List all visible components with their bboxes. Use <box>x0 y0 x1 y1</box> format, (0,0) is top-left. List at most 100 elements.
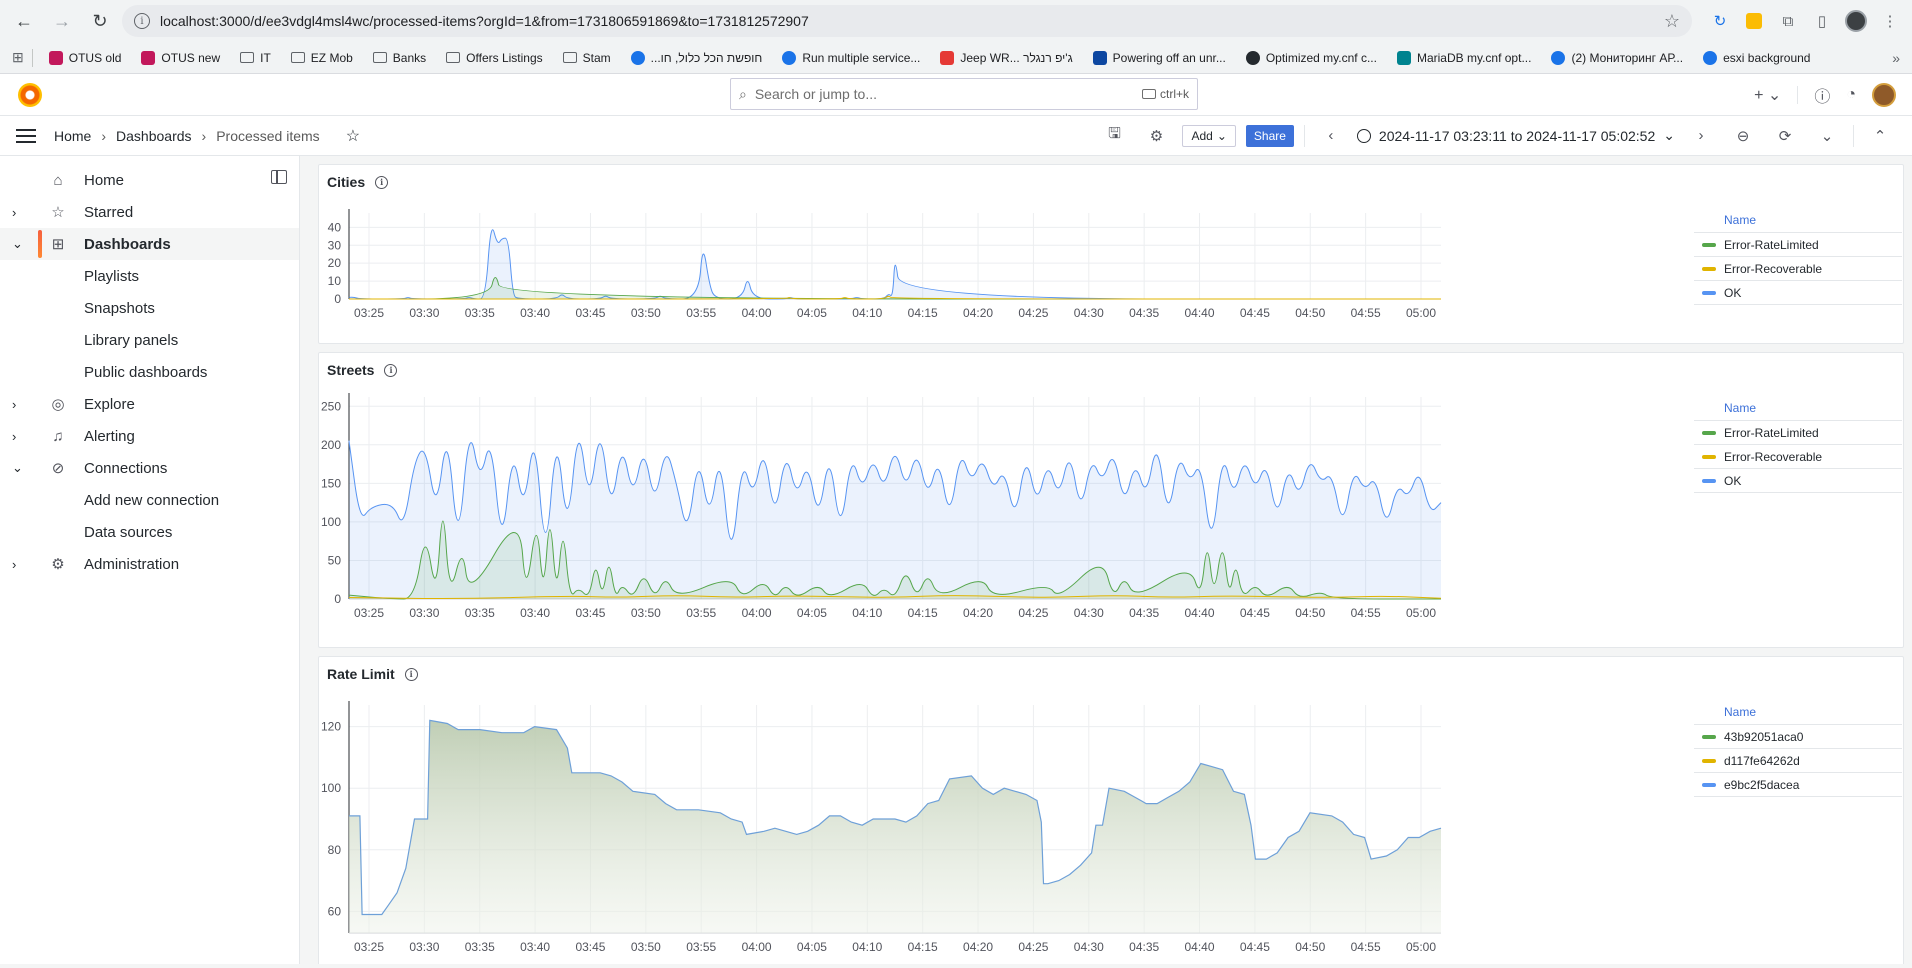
rate-limit-chart[interactable]: 60 80 100 120 03:25 03:30 03:35 03:40 03:45 03:50… <box>319 691 1694 964</box>
breadcrumb-home[interactable]: Home <box>54 128 91 144</box>
chevron-down-icon[interactable]: ⌄ <box>12 460 32 476</box>
profile-avatar[interactable] <box>1842 7 1870 35</box>
legend-header[interactable]: Name <box>1694 401 1902 421</box>
apps-grid-icon[interactable]: ⊞ <box>12 49 24 66</box>
bookmark-item[interactable]: Stam <box>555 45 619 71</box>
add-button[interactable]: Add ⌄ <box>1182 124 1236 147</box>
menu-icon[interactable]: ⋮ <box>1876 7 1904 35</box>
bookmark-item[interactable]: IT <box>232 45 279 71</box>
chevron-down-icon[interactable]: ⌄ <box>12 236 32 252</box>
user-avatar[interactable] <box>1872 82 1896 107</box>
rss-icon[interactable]: ◔ <box>1846 86 1856 104</box>
collapse-chevron-up-icon[interactable]: ⌃ <box>1864 122 1896 150</box>
bookmark-item[interactable]: Offers Listings <box>438 45 550 71</box>
share-button[interactable]: Share <box>1245 124 1294 147</box>
site-info-icon[interactable]: i <box>134 13 150 29</box>
chart-area[interactable]: 0 10 20 30 40 03:25 03:30 03:35 03:40 03:45 03:50 0… <box>319 199 1694 346</box>
more-bookmarks-icon[interactable]: » <box>1892 50 1900 66</box>
breadcrumb-dashboards[interactable]: Dashboards <box>116 128 192 144</box>
zoom-out-icon[interactable]: ⊖ <box>1727 122 1759 150</box>
info-icon[interactable]: i <box>375 175 389 189</box>
address-bar[interactable]: i localhost:3000/d/ee3vdgl4msl4wc/proces… <box>122 5 1692 37</box>
refresh-icon[interactable]: ⟳ <box>1769 122 1801 150</box>
help-icon[interactable]: ⓘ <box>1814 83 1830 107</box>
back-icon[interactable]: ← <box>8 5 40 37</box>
sidebar-item-connections[interactable]: ⌄ ⊘ Connections <box>0 452 299 484</box>
chart-area[interactable]: 0 50 100 150 200 250 03:25 03:30 03:35 03:40 03:45… <box>319 387 1694 650</box>
sidebar-item-administration[interactable]: › ⚙ Administration <box>0 548 299 580</box>
sidebar-item-label: Alerting <box>84 427 135 445</box>
reload-icon[interactable]: ↻ <box>84 5 116 37</box>
legend-item[interactable]: e9bc2f5dacea <box>1694 773 1902 797</box>
bookmark-item[interactable]: OTUS old <box>41 45 130 71</box>
extensions-puzzle-icon[interactable]: ⧉ <box>1774 7 1802 35</box>
bookmark-item[interactable]: Jeep WR... ג'יפ רנגלר <box>932 45 1080 71</box>
menu-hamburger-icon[interactable] <box>16 128 36 143</box>
url-text[interactable]: localhost:3000/d/ee3vdgl4msl4wc/processe… <box>160 13 1654 29</box>
sidebar-item-alerting[interactable]: › ♫ Alerting <box>0 420 299 452</box>
panel-header[interactable]: Rate Limit i <box>319 657 1903 691</box>
bookmark-item[interactable]: ...חופשת הכל כלול, חו <box>623 45 771 71</box>
forward-icon[interactable]: → <box>46 5 78 37</box>
new-plus-icon[interactable]: + ⌄ <box>1754 85 1781 105</box>
sidebar-item-starred[interactable]: › ☆ Starred <box>0 196 299 228</box>
chevron-right-icon[interactable]: › <box>12 397 32 412</box>
panel-header[interactable]: Streets i <box>319 353 1903 387</box>
bookmark-item[interactable]: esxi background <box>1695 45 1818 71</box>
legend-item[interactable]: OK <box>1694 469 1902 493</box>
legend-item[interactable]: Error-Recoverable <box>1694 257 1902 281</box>
bookmark-item[interactable]: EZ Mob <box>283 45 361 71</box>
panel-header[interactable]: Cities i <box>319 165 1903 199</box>
info-icon[interactable]: i <box>404 667 418 681</box>
sidebar-item-playlists[interactable]: Playlists <box>0 260 299 292</box>
extension-icon[interactable]: ↻ <box>1706 7 1734 35</box>
legend-item[interactable]: OK <box>1694 281 1902 305</box>
legend-header[interactable]: Name <box>1694 705 1902 725</box>
bookmark-item[interactable]: (2) Мониторинг АР... <box>1543 45 1691 71</box>
sidebar-item-add-new-connection[interactable]: Add new connection <box>0 484 299 516</box>
streets-chart[interactable]: 0 50 100 150 200 250 03:25 03:30 03:35 03:40 03:45… <box>319 387 1694 645</box>
sidepanel-icon[interactable]: ▯ <box>1808 7 1836 35</box>
mark-favorite-star-icon[interactable]: ☆ <box>346 126 360 146</box>
legend-item[interactable]: d117fe64262d <box>1694 749 1902 773</box>
chevron-right-icon[interactable]: › <box>12 557 32 572</box>
panel-cities[interactable]: Cities i 0 10 20 30 40 03:25 03:30 03:35 03:40 03… <box>318 164 1904 344</box>
sidebar-item-snapshots[interactable]: Snapshots <box>0 292 299 324</box>
sidebar-item-library-panels[interactable]: Library panels <box>0 324 299 356</box>
save-icon[interactable]: 🖫 <box>1098 122 1130 150</box>
bookmark-star-icon[interactable]: ☆ <box>1664 11 1680 32</box>
search-input[interactable]: ⌕ Search or jump to... ctrl+k <box>730 78 1198 110</box>
sidebar-item-public-dashboards[interactable]: Public dashboards <box>0 356 299 388</box>
y-tick-label: 0 <box>334 592 341 606</box>
bookmark-item[interactable]: OTUS new <box>133 45 228 71</box>
bookmark-item[interactable]: Banks <box>365 45 434 71</box>
sidebar-item-explore[interactable]: › ◎ Explore <box>0 388 299 420</box>
legend-item[interactable]: Error-Recoverable <box>1694 445 1902 469</box>
sidebar-item-dashboards[interactable]: ⌄ ⊞ Dashboards <box>0 228 299 260</box>
bookmark-item[interactable]: Optimized my.cnf c... <box>1238 45 1385 71</box>
sidebar-item-home[interactable]: ⌂ Home <box>0 164 299 196</box>
legend-item[interactable]: Error-RateLimited <box>1694 421 1902 445</box>
chart-area[interactable]: 60 80 100 120 03:25 03:30 03:35 03:40 03:45 03:50… <box>319 691 1694 964</box>
refresh-interval-chevron-icon[interactable]: ⌄ <box>1811 122 1843 150</box>
chevron-right-icon[interactable]: › <box>12 429 32 444</box>
legend-item[interactable]: Error-RateLimited <box>1694 233 1902 257</box>
info-icon[interactable]: i <box>384 363 398 377</box>
chevron-right-icon[interactable]: › <box>12 205 32 220</box>
panel-rate-limit[interactable]: Rate Limit i 60 80 100 120 03:25 03:30 03:35 03… <box>318 656 1904 964</box>
y-tick-label: 0 <box>334 292 341 306</box>
legend-header[interactable]: Name <box>1694 213 1902 233</box>
time-range-picker[interactable]: 2024-11-17 03:23:11 to 2024-11-17 05:02:… <box>1356 127 1675 144</box>
sidebar-item-data-sources[interactable]: Data sources <box>0 516 299 548</box>
time-shift-forward-icon[interactable]: › <box>1685 122 1717 150</box>
extension-icon[interactable] <box>1740 7 1768 35</box>
grafana-logo[interactable] <box>18 82 42 107</box>
bookmark-item[interactable]: MariaDB my.cnf opt... <box>1389 45 1539 71</box>
cities-chart[interactable]: 0 10 20 30 40 03:25 03:30 03:35 03:40 03:45 03:50 0… <box>319 199 1694 341</box>
bookmark-item[interactable]: Powering off an unr... <box>1085 45 1234 71</box>
settings-gear-icon[interactable]: ⚙ <box>1140 122 1172 150</box>
time-shift-back-icon[interactable]: ‹ <box>1315 122 1347 150</box>
panel-streets[interactable]: Streets i 0 50 100 150 200 250 03:25 03:30 03:35… <box>318 352 1904 648</box>
legend-item[interactable]: 43b92051aca0 <box>1694 725 1902 749</box>
bookmark-item[interactable]: Run multiple service... <box>774 45 928 71</box>
